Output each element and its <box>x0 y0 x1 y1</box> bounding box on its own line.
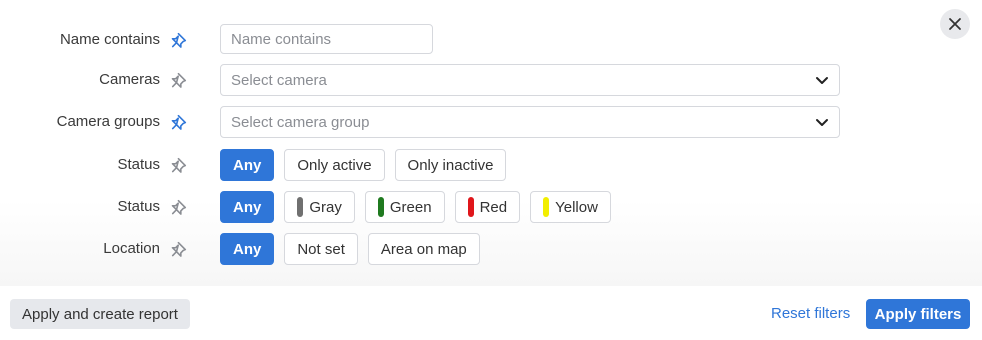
status-any-button[interactable]: Any <box>220 149 275 181</box>
pin-icon[interactable] <box>170 113 188 131</box>
pin-icon[interactable] <box>170 240 188 258</box>
reset-filters-link[interactable]: Reset filters <box>771 299 850 329</box>
filter-label-cameras: Cameras <box>99 71 160 88</box>
color-gray-label: Gray <box>309 198 342 216</box>
filter-row-status-color: Status Any Gray Green Red Yellow <box>0 191 982 223</box>
filter-row-status-active: Status Any Only active Only inactive <box>0 149 982 181</box>
filter-row-camera-groups: Camera groups Select camera group <box>0 106 982 138</box>
color-any-label: Any <box>233 198 262 216</box>
apply-and-create-report-button[interactable]: Apply and create report <box>10 299 190 329</box>
status-color-options: Any Gray Green Red Yellow <box>220 191 611 223</box>
location-any-button[interactable]: Any <box>220 233 275 265</box>
apply-filters-button[interactable]: Apply filters <box>866 299 970 329</box>
color-green-button[interactable]: Green <box>364 191 445 223</box>
filter-label-camera-groups: Camera groups <box>56 113 160 130</box>
filter-panel: Name contains Cameras Select camera Came… <box>0 0 982 286</box>
color-yellow-button[interactable]: Yellow <box>530 191 611 223</box>
color-red-label: Red <box>479 198 508 216</box>
chevron-down-icon <box>815 73 829 87</box>
pin-icon[interactable] <box>170 156 188 174</box>
location-area-on-map-button[interactable]: Area on map <box>367 233 480 265</box>
filter-label-status: Status <box>117 156 160 173</box>
filter-label-location: Location <box>103 240 160 257</box>
red-swatch-icon <box>467 197 474 217</box>
color-red-button[interactable]: Red <box>454 191 521 223</box>
color-yellow-label: Yellow <box>555 198 598 216</box>
location-options: Any Not set Area on map <box>220 233 480 265</box>
name-contains-input[interactable] <box>220 24 433 54</box>
status-active-options: Any Only active Only inactive <box>220 149 507 181</box>
status-only-inactive-button[interactable]: Only inactive <box>394 149 507 181</box>
filter-label-name-contains: Name contains <box>59 31 160 48</box>
status-only-active-button[interactable]: Only active <box>284 149 385 181</box>
green-swatch-icon <box>377 197 384 217</box>
chevron-down-icon <box>815 115 829 129</box>
camera-group-select-placeholder: Select camera group <box>231 113 370 131</box>
gray-swatch-icon <box>297 197 304 217</box>
color-green-label: Green <box>389 198 432 216</box>
pin-icon[interactable] <box>170 198 188 216</box>
location-not-set-button[interactable]: Not set <box>284 233 358 265</box>
pin-icon[interactable] <box>170 31 188 49</box>
filter-row-location: Location Any Not set Area on map <box>0 233 982 265</box>
filter-row-name-contains: Name contains <box>0 24 982 56</box>
filter-row-cameras: Cameras Select camera <box>0 64 982 96</box>
camera-select-placeholder: Select camera <box>231 71 327 89</box>
camera-select[interactable]: Select camera <box>220 64 840 96</box>
pin-icon[interactable] <box>170 71 188 89</box>
footer: Apply and create report Reset filters Ap… <box>0 286 982 340</box>
camera-group-select[interactable]: Select camera group <box>220 106 840 138</box>
yellow-swatch-icon <box>543 197 550 217</box>
color-gray-button[interactable]: Gray <box>284 191 355 223</box>
filter-label-status: Status <box>117 198 160 215</box>
color-any-button[interactable]: Any <box>220 191 275 223</box>
